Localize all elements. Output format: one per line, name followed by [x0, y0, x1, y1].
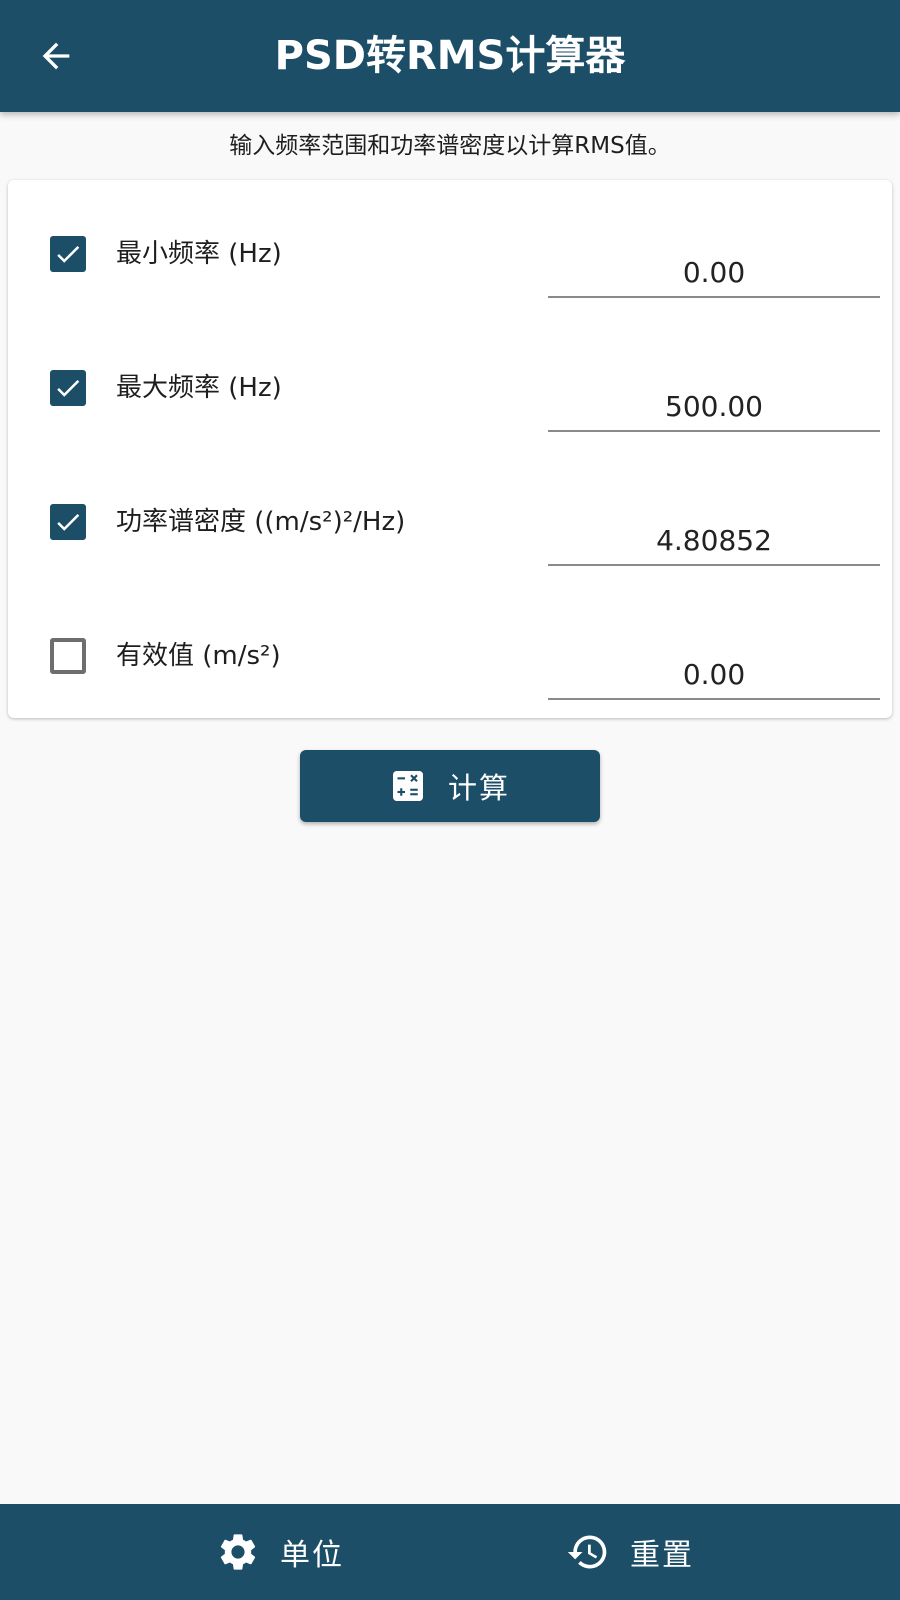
gear-icon — [216, 1530, 260, 1574]
reset-button[interactable]: 重置 — [566, 1504, 694, 1600]
calculator-icon — [390, 768, 426, 804]
check-icon — [57, 245, 80, 263]
min-frequency-input[interactable] — [548, 248, 880, 298]
max-frequency-label: 最大频率 (Hz) — [116, 373, 282, 403]
units-button[interactable]: 单位 — [216, 1504, 344, 1600]
app-bar: PSD转RMS计算器 — [0, 0, 900, 112]
page-title: PSD转RMS计算器 — [274, 33, 626, 79]
rms-input[interactable] — [548, 650, 880, 700]
min-frequency-label: 最小频率 (Hz) — [116, 239, 282, 269]
rms-label: 有效值 (m/s²) — [116, 641, 281, 671]
calculate-button-label: 计算 — [447, 771, 510, 805]
bottom-bar: 单位 重置 — [0, 1504, 900, 1600]
units-button-label: 单位 — [280, 1538, 344, 1573]
max-frequency-checkbox[interactable] — [50, 370, 86, 406]
input-card: 最小频率 (Hz) 最大频率 (Hz) 功率谱密度 ((m/s²)²/Hz) 有… — [8, 180, 892, 718]
reset-button-label: 重置 — [630, 1538, 694, 1573]
rms-checkbox[interactable] — [50, 638, 86, 674]
field-row-psd: 功率谱密度 ((m/s²)²/Hz) — [8, 448, 892, 582]
psd-label: 功率谱密度 ((m/s²)²/Hz) — [116, 507, 406, 537]
check-icon — [57, 379, 80, 397]
min-frequency-checkbox[interactable] — [50, 236, 86, 272]
max-frequency-input[interactable] — [548, 382, 880, 432]
psd-input[interactable] — [548, 516, 880, 566]
instructions-text: 输入频率范围和功率谱密度以计算RMS值。 — [229, 133, 671, 159]
field-row-max-frequency: 最大频率 (Hz) — [8, 314, 892, 448]
field-row-min-frequency: 最小频率 (Hz) — [8, 180, 892, 314]
psd-checkbox[interactable] — [50, 504, 86, 540]
calculate-button[interactable]: 计算 — [300, 750, 600, 822]
check-icon — [57, 513, 80, 531]
history-icon — [566, 1530, 610, 1574]
field-row-rms: 有效值 (m/s²) — [8, 582, 892, 716]
